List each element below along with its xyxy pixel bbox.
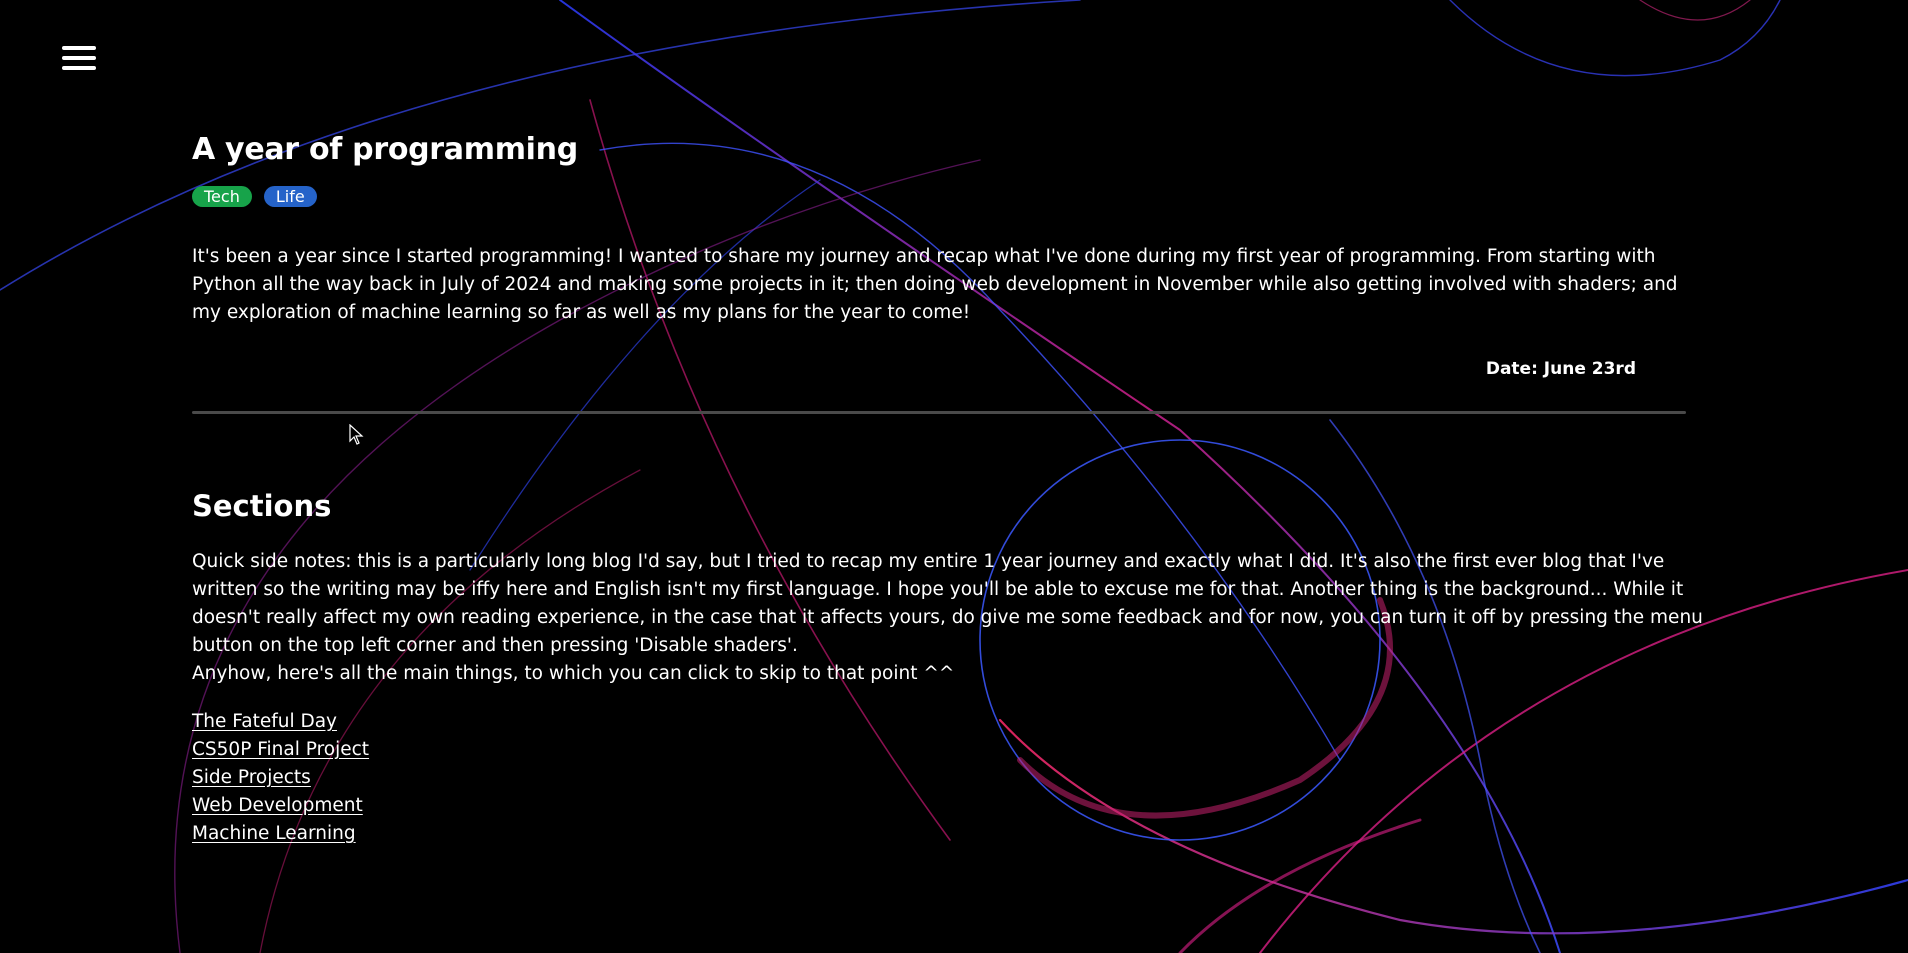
menu-button[interactable] — [62, 46, 96, 74]
section-link-web-development[interactable]: Web Development — [192, 792, 363, 820]
mouse-pointer-icon — [349, 424, 364, 445]
hamburger-menu-icon — [62, 46, 96, 50]
side-notes-text: Quick side notes: this is a particularly… — [192, 551, 1703, 656]
tag-list: Tech Life — [192, 186, 1712, 207]
blog-post: A year of programming Tech Life It's bee… — [192, 128, 1712, 848]
divider — [192, 411, 1686, 414]
post-intro: It's been a year since I started program… — [192, 246, 1678, 323]
tag-tech[interactable]: Tech — [192, 186, 252, 207]
post-title: A year of programming — [192, 132, 578, 167]
hamburger-menu-icon-line — [62, 56, 96, 60]
tag-life[interactable]: Life — [263, 186, 317, 207]
section-link-cs50p-final-project[interactable]: CS50P Final Project — [192, 736, 369, 764]
section-link-side-projects[interactable]: Side Projects — [192, 764, 311, 792]
sections-heading: Sections — [192, 489, 332, 523]
post-date: Date: June 23rd — [1485, 359, 1636, 379]
section-link-the-fateful-day[interactable]: The Fateful Day — [192, 708, 337, 736]
skip-instructions: Anyhow, here's all the main things, to w… — [192, 663, 955, 684]
hamburger-menu-icon-line — [62, 66, 96, 70]
section-links: The Fateful Day CS50P Final Project Side… — [192, 708, 1712, 848]
section-link-machine-learning[interactable]: Machine Learning — [192, 820, 356, 848]
side-notes: Quick side notes: this is a particularly… — [192, 548, 1707, 688]
